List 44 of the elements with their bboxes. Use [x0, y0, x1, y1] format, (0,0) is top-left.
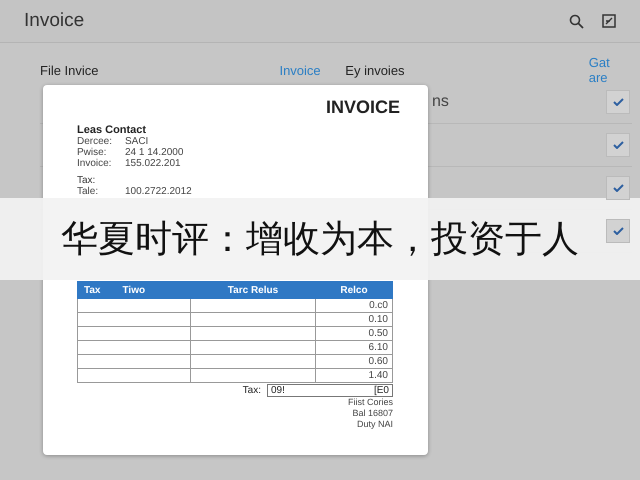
table-cell: 0.60	[316, 354, 392, 368]
total-value: [E0	[374, 385, 389, 396]
app-title: Invoice	[24, 10, 86, 32]
footer-text: Fiist Cories	[346, 397, 393, 408]
check-icon	[612, 98, 624, 106]
column-header: Relco	[316, 282, 392, 298]
field-label: Tale:	[77, 186, 100, 197]
invoice-title: INVOICE	[324, 97, 400, 118]
check-icon	[612, 227, 624, 235]
headline-text: 华夏时评：增收为本，投资于人	[61, 216, 579, 262]
column-heading: File Invice	[40, 62, 100, 78]
footer-text: Duty NAI	[356, 419, 393, 430]
table-cell: 0.10	[316, 312, 392, 326]
edit-icon[interactable]	[602, 14, 616, 28]
total-value: 09!	[271, 385, 285, 396]
table-cell: 0.50	[316, 326, 392, 340]
checkbox[interactable]	[606, 219, 630, 243]
field-label: Dercee:	[77, 136, 114, 147]
invoice-link[interactable]: Invoice	[279, 62, 346, 78]
list-item-text: ns	[432, 93, 449, 111]
table-cell: 1.40	[316, 368, 392, 382]
check-icon	[612, 141, 624, 149]
search-icon[interactable]	[569, 14, 584, 28]
total-label: Tax:	[242, 385, 261, 396]
column-header: Tarc Relus	[190, 282, 316, 298]
header-link[interactable]: Gat are	[588, 55, 632, 85]
column-header: Tax	[84, 284, 100, 296]
column-header: Tiwo	[122, 284, 146, 296]
field-label: Pwise:	[77, 147, 108, 158]
table-cell: 0.c0	[316, 298, 392, 312]
field-value: SACI	[125, 136, 150, 147]
field-value: 100.2722.2012	[125, 186, 193, 197]
check-icon	[612, 184, 624, 192]
field-value: 24 1 14.2000	[125, 147, 184, 158]
table-cell: 6.10	[316, 340, 392, 354]
contact-heading: Leas Contact	[77, 124, 148, 136]
field-value: 155.022.201	[125, 158, 182, 169]
checkbox[interactable]	[606, 176, 630, 200]
field-label: Invoice:	[77, 158, 112, 169]
checkbox[interactable]	[606, 133, 630, 157]
checkbox[interactable]	[606, 90, 630, 114]
tax-label: Tax:	[77, 175, 96, 186]
column-heading: Ey invoies	[345, 62, 406, 78]
footer-text: Bal 16807	[351, 408, 393, 419]
